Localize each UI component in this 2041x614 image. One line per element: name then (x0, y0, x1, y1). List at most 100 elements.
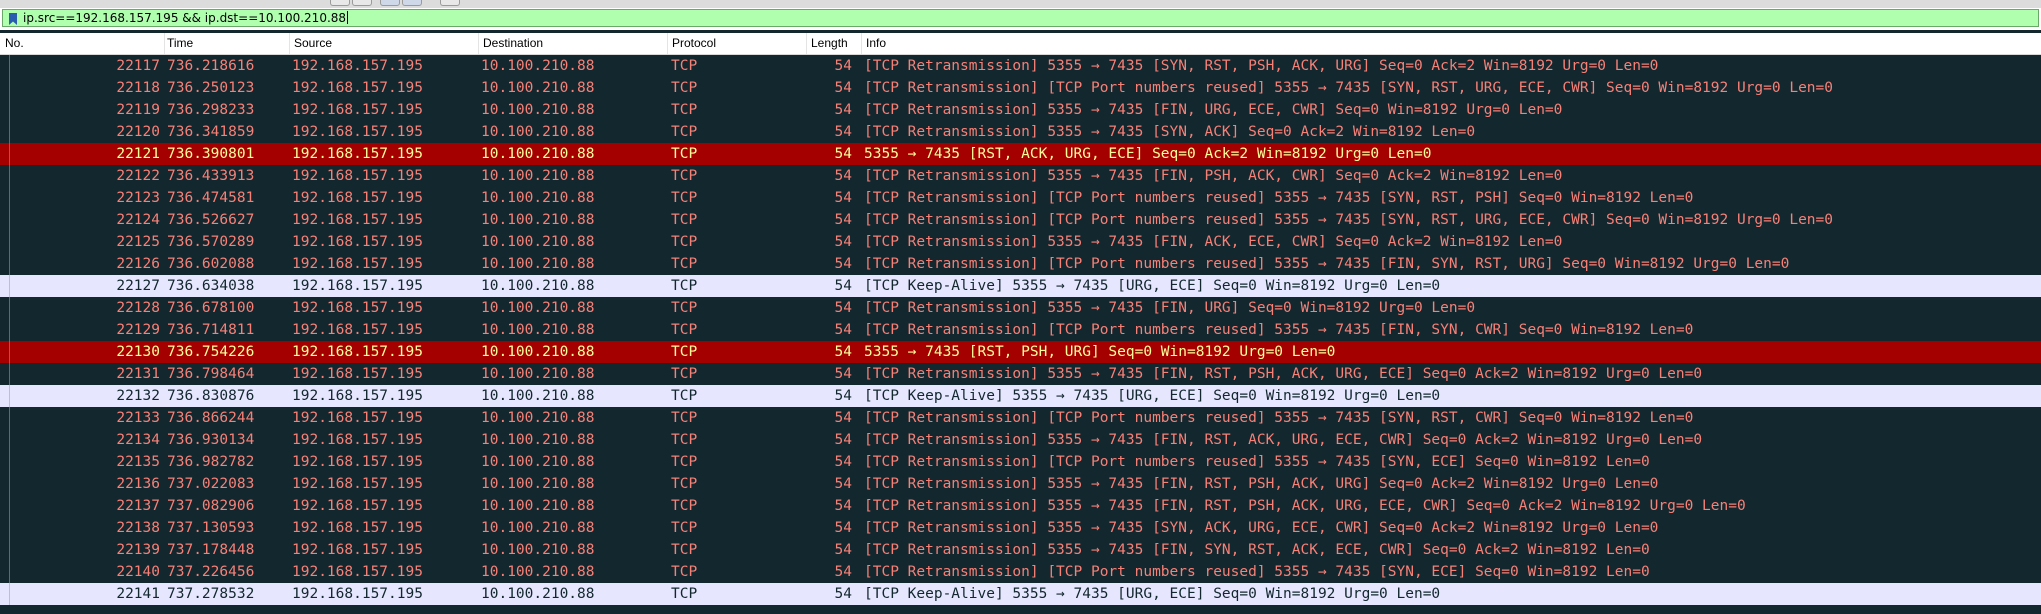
packet-protocol: TCP (671, 102, 698, 118)
packet-row[interactable]: 22121 736.390801 192.168.157.195 10.100.210… (0, 143, 2041, 165)
packet-row[interactable]: 22124 736.526627 192.168.157.195 10.100.210… (0, 209, 2041, 231)
packet-row[interactable]: 22134 736.930134 192.168.157.195 10.100.210… (0, 429, 2041, 451)
packet-row[interactable]: 22131 736.798464 192.168.157.195 10.100.210… (0, 363, 2041, 385)
packet-length: 54 (834, 102, 852, 118)
packet-row[interactable]: 22129 736.714811 192.168.157.195 10.100.210… (0, 319, 2041, 341)
packet-row[interactable]: 22125 736.570289 192.168.157.195 10.100.210… (0, 231, 2041, 253)
packet-time: 737.130593 (167, 520, 255, 536)
packet-row[interactable]: 22118 736.250123 192.168.157.195 10.100.210… (0, 77, 2041, 99)
packet-protocol: TCP (671, 498, 698, 514)
packet-protocol: TCP (671, 542, 698, 558)
packet-destination: 10.100.210.88 (481, 476, 595, 492)
packet-no: 22126 (116, 256, 160, 272)
packet-info: [TCP Keep-Alive] 5355 → 7435 [URG, ECE] … (864, 278, 1441, 294)
column-header-time[interactable]: Time (162, 33, 290, 54)
packet-protocol: TCP (671, 234, 698, 250)
column-header-info[interactable]: Info (861, 33, 2041, 54)
column-header-destination[interactable]: Destination (478, 33, 668, 54)
packet-time: 736.982782 (167, 454, 255, 470)
packet-row[interactable]: 22128 736.678100 192.168.157.195 10.100.210… (0, 297, 2041, 319)
packet-protocol: TCP (671, 586, 698, 602)
display-filter-input[interactable]: ip.src==192.168.157.195 && ip.dst==10.10… (2, 9, 2039, 27)
packet-source: 192.168.157.195 (292, 498, 423, 514)
packet-length: 54 (834, 146, 852, 162)
packet-row[interactable]: 22122 736.433913 192.168.157.195 10.100.210… (0, 165, 2041, 187)
packet-source: 192.168.157.195 (292, 190, 423, 206)
packet-destination: 10.100.210.88 (481, 102, 595, 118)
packet-row[interactable]: 22138 737.130593 192.168.157.195 10.100.210… (0, 517, 2041, 539)
packet-row[interactable]: 22141 737.278532 192.168.157.195 10.100.210… (0, 583, 2041, 605)
packet-row[interactable]: 22136 737.022083 192.168.157.195 10.100.210… (0, 473, 2041, 495)
packet-no: 22137 (116, 498, 160, 514)
packet-protocol: TCP (671, 388, 698, 404)
packet-no: 22120 (116, 124, 160, 140)
packet-time: 736.930134 (167, 432, 255, 448)
packet-time: 736.433913 (167, 168, 255, 184)
packet-protocol: TCP (671, 212, 698, 228)
packet-row[interactable]: 22117 736.218616 192.168.157.195 10.100.210… (0, 55, 2041, 77)
packet-time: 736.754226 (167, 344, 255, 360)
main-toolbar (0, 0, 2041, 8)
display-filter-text: ip.src==192.168.157.195 && ip.dst==10.10… (23, 11, 347, 25)
packet-length: 54 (834, 190, 852, 206)
packet-destination: 10.100.210.88 (481, 256, 595, 272)
packet-row[interactable]: 22127 736.634038 192.168.157.195 10.100.210… (0, 275, 2041, 297)
packet-row[interactable]: 22119 736.298233 192.168.157.195 10.100.210… (0, 99, 2041, 121)
packet-length: 54 (834, 168, 852, 184)
toolbar-button[interactable] (330, 0, 350, 6)
column-header-source[interactable]: Source (289, 33, 479, 54)
packet-info: [TCP Retransmission] 5355 → 7435 [SYN, R… (864, 58, 1659, 74)
column-header-protocol[interactable]: Protocol (667, 33, 807, 54)
packet-source: 192.168.157.195 (292, 300, 423, 316)
packet-row[interactable]: 22139 737.178448 192.168.157.195 10.100.210… (0, 539, 2041, 561)
toolbar-button[interactable] (440, 0, 460, 6)
packet-source: 192.168.157.195 (292, 454, 423, 470)
packet-protocol: TCP (671, 564, 698, 580)
packet-no: 22127 (116, 278, 160, 294)
packet-row[interactable]: 22137 737.082906 192.168.157.195 10.100.210… (0, 495, 2041, 517)
packet-protocol: TCP (671, 454, 698, 470)
packet-row[interactable]: 22130 736.754226 192.168.157.195 10.100.210… (0, 341, 2041, 363)
packet-row[interactable]: 22132 736.830876 192.168.157.195 10.100.210… (0, 385, 2041, 407)
packet-row[interactable]: 22135 736.982782 192.168.157.195 10.100.210… (0, 451, 2041, 473)
packet-row[interactable]: 22123 736.474581 192.168.157.195 10.100.210… (0, 187, 2041, 209)
packet-no: 22123 (116, 190, 160, 206)
bookmark-icon[interactable] (8, 13, 18, 25)
packet-info: [TCP Retransmission] 5355 → 7435 [FIN, A… (864, 234, 1563, 250)
toolbar-button[interactable] (352, 0, 372, 6)
packet-no: 22138 (116, 520, 160, 536)
toolbar-button[interactable] (402, 0, 422, 6)
packet-protocol: TCP (671, 300, 698, 316)
packet-info: [TCP Retransmission] 5355 → 7435 [SYN, A… (864, 124, 1476, 140)
packet-time: 736.678100 (167, 300, 255, 316)
packet-no: 22122 (116, 168, 160, 184)
packet-source: 192.168.157.195 (292, 168, 423, 184)
packet-info: [TCP Retransmission] [TCP Port numbers r… (864, 256, 1790, 272)
packet-info: [TCP Retransmission] 5355 → 7435 [FIN, U… (864, 102, 1563, 118)
packet-source: 192.168.157.195 (292, 256, 423, 272)
packet-no: 22136 (116, 476, 160, 492)
packet-row[interactable]: 22133 736.866244 192.168.157.195 10.100.210… (0, 407, 2041, 429)
column-header-no[interactable]: No. (0, 33, 165, 54)
packet-no: 22119 (116, 102, 160, 118)
packet-destination: 10.100.210.88 (481, 454, 595, 470)
packet-time: 736.634038 (167, 278, 255, 294)
packet-no: 22139 (116, 542, 160, 558)
packet-destination: 10.100.210.88 (481, 124, 595, 140)
packet-info: [TCP Retransmission] [TCP Port numbers r… (864, 322, 1694, 338)
packet-protocol: TCP (671, 476, 698, 492)
packet-no: 22131 (116, 366, 160, 382)
toolbar-button[interactable] (380, 0, 400, 6)
packet-row[interactable]: 22120 736.341859 192.168.157.195 10.100.210… (0, 121, 2041, 143)
packet-row[interactable]: 22140 737.226456 192.168.157.195 10.100.210… (0, 561, 2041, 583)
column-header-length[interactable]: Length (806, 33, 862, 54)
packet-length: 54 (834, 520, 852, 536)
packet-row[interactable]: 22126 736.602088 192.168.157.195 10.100.210… (0, 253, 2041, 275)
packet-no: 22141 (116, 586, 160, 602)
packet-no: 22133 (116, 410, 160, 426)
packet-info: [TCP Retransmission] [TCP Port numbers r… (864, 212, 1834, 228)
packet-time: 736.526627 (167, 212, 255, 228)
packet-length: 54 (834, 454, 852, 470)
packet-destination: 10.100.210.88 (481, 344, 595, 360)
packet-no: 22124 (116, 212, 160, 228)
